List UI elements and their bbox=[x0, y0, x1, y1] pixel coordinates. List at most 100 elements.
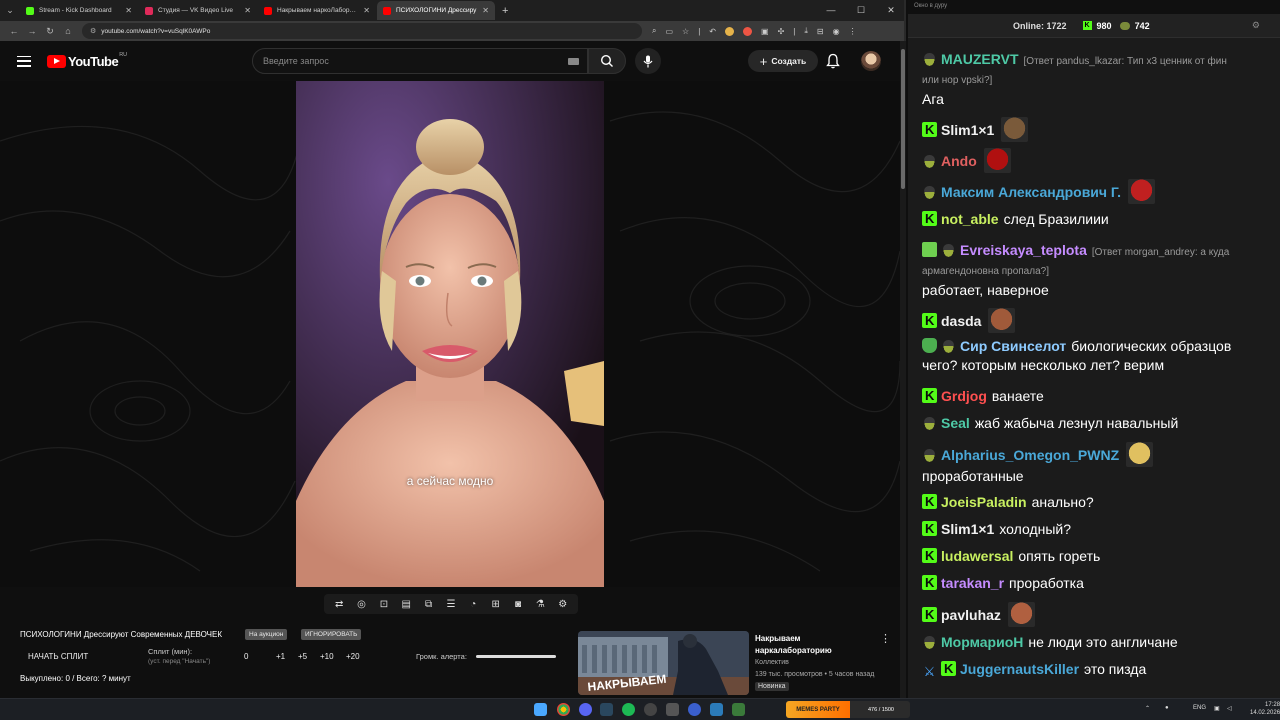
chat-username[interactable]: Slim1×1 bbox=[941, 122, 994, 138]
voice-search-button[interactable] bbox=[635, 48, 661, 74]
close-window-icon[interactable]: ✕ bbox=[876, 5, 904, 16]
split-add-5-button[interactable]: +5 bbox=[298, 652, 307, 661]
puzzle-extensions-icon[interactable]: ✣ bbox=[778, 27, 785, 36]
chat-settings-icon[interactable]: ⚙ bbox=[1252, 20, 1260, 31]
loop-icon[interactable]: ⇄ bbox=[330, 599, 348, 610]
close-tab-icon[interactable]: ✕ bbox=[363, 6, 370, 15]
chat-username[interactable]: MAUZERVT bbox=[941, 51, 1019, 67]
close-tab-icon[interactable]: ✕ bbox=[125, 6, 132, 15]
recommendation-thumbnail[interactable]: НАКРЫВАЕМ bbox=[578, 631, 749, 695]
auction-button[interactable]: На аукцион bbox=[245, 629, 288, 640]
settings-gear-icon[interactable]: ⚙ bbox=[554, 599, 572, 610]
extension-icon[interactable]: ▣ bbox=[761, 27, 769, 36]
recommendation-channel[interactable]: Коллектив bbox=[755, 659, 789, 666]
network-icon[interactable]: ▣ bbox=[1214, 705, 1220, 712]
alert-volume-slider[interactable] bbox=[476, 655, 556, 658]
youtube-logo[interactable]: YouTube RU bbox=[47, 52, 127, 69]
volume-icon[interactable]: ◁ bbox=[1227, 705, 1232, 712]
chat-username[interactable]: Evreiskaya_teplota bbox=[960, 242, 1087, 258]
telegram-icon[interactable] bbox=[710, 703, 723, 716]
chat-username[interactable]: ludawersal bbox=[941, 548, 1013, 564]
tab-vk-studio[interactable]: Студия — VK Видео Live ✕ bbox=[139, 1, 257, 20]
audio-mode-icon[interactable]: ◎ bbox=[353, 599, 371, 610]
extension-coin-icon[interactable] bbox=[725, 26, 734, 36]
chat-username[interactable]: Сир Свинселот bbox=[960, 338, 1066, 354]
watch-later-icon[interactable]: ⊡ bbox=[375, 599, 393, 610]
tab-list-button[interactable]: ⌄ bbox=[0, 0, 20, 21]
start-menu-icon[interactable] bbox=[534, 703, 547, 716]
speed-gauge-icon[interactable]: ◔ bbox=[464, 599, 482, 610]
chat-username[interactable]: Ando bbox=[941, 153, 977, 169]
chat-username[interactable]: Seal bbox=[941, 415, 970, 431]
kick-app-icon[interactable] bbox=[732, 703, 745, 716]
reload-icon[interactable]: ↻ bbox=[42, 26, 58, 37]
media-player-icon[interactable] bbox=[688, 703, 701, 716]
chat-username[interactable]: not_able bbox=[941, 211, 999, 227]
maximize-icon[interactable]: ☐ bbox=[846, 5, 876, 16]
media-widget[interactable]: MEMES PARTY 476 / 1500 bbox=[786, 701, 910, 718]
system-clock[interactable]: 17:28 14.02.2026 bbox=[1250, 701, 1280, 717]
home-icon[interactable]: ⌂ bbox=[60, 26, 76, 36]
chat-username[interactable]: pavluhaz bbox=[941, 607, 1001, 623]
bookmark-star-icon[interactable]: ☆ bbox=[682, 27, 689, 36]
menu-icon[interactable] bbox=[17, 55, 31, 67]
chat-username[interactable]: Slim1×1 bbox=[941, 521, 994, 537]
tray-app-icon[interactable]: ● bbox=[1165, 705, 1169, 711]
chat-username[interactable]: Максим Александрович Г. bbox=[941, 184, 1121, 200]
split-add-10-button[interactable]: +10 bbox=[320, 652, 334, 661]
chat-username[interactable]: Grdjog bbox=[941, 388, 987, 404]
chat-username[interactable]: Alpharius_Omegon_PWNZ bbox=[941, 447, 1119, 463]
tray-expand-icon[interactable]: ⌃ bbox=[1145, 705, 1150, 712]
profile-icon[interactable]: ◉ bbox=[833, 27, 840, 36]
obs-icon[interactable] bbox=[644, 703, 657, 716]
add-clip-icon[interactable]: ⊞ bbox=[487, 599, 505, 610]
steam-icon[interactable] bbox=[600, 703, 613, 716]
clapper-icon[interactable]: ▤ bbox=[397, 599, 415, 610]
discord-icon[interactable] bbox=[579, 703, 592, 716]
flask-icon[interactable]: ⚗ bbox=[531, 599, 549, 610]
language-indicator[interactable]: ENG bbox=[1193, 705, 1206, 711]
zoom-icon[interactable]: ⌕ bbox=[652, 26, 656, 36]
history-back-icon[interactable]: ↶ bbox=[709, 27, 716, 36]
new-tab-button[interactable]: + bbox=[496, 5, 514, 17]
spotify-icon[interactable] bbox=[622, 703, 635, 716]
picture-in-picture-icon[interactable]: ⧉ bbox=[420, 599, 438, 610]
tab-youtube-current[interactable]: ПСИХОЛОГИНИ Дрессиру ✕ bbox=[377, 1, 495, 20]
subtitles-icon[interactable]: ☰ bbox=[442, 599, 460, 610]
close-tab-icon[interactable]: ✕ bbox=[244, 6, 251, 15]
account-avatar[interactable] bbox=[861, 51, 881, 71]
recommendation-title[interactable]: Накрываем наркалабораторию bbox=[755, 633, 870, 657]
sidebar-icon[interactable]: ⊟ bbox=[817, 27, 824, 36]
split-add-20-button[interactable]: +20 bbox=[346, 652, 360, 661]
chat-username[interactable]: dasda bbox=[941, 313, 981, 329]
chat-username[interactable]: JoeisPaladin bbox=[941, 494, 1027, 510]
app-icon[interactable] bbox=[666, 703, 679, 716]
split-add-1-button[interactable]: +1 bbox=[276, 652, 285, 661]
search-input[interactable]: Введите запрос bbox=[252, 48, 588, 74]
tab-youtube-lab[interactable]: Накрываем наркоЛабораторию ✕ bbox=[258, 1, 376, 20]
start-split-button[interactable]: НАЧАТЬ СПЛИТ bbox=[28, 652, 88, 661]
extension-red-icon[interactable] bbox=[743, 26, 752, 36]
back-icon[interactable]: ← bbox=[6, 26, 22, 36]
chat-username[interactable]: МормариоН bbox=[941, 634, 1023, 650]
video-frame[interactable] bbox=[296, 81, 604, 587]
search-button[interactable] bbox=[588, 48, 626, 74]
url-field[interactable]: ⚙ youtube.com/watch?v=vuSqlK0AWPo bbox=[82, 23, 642, 39]
cast-icon[interactable]: ▭ bbox=[665, 27, 673, 36]
keyboard-icon[interactable] bbox=[568, 57, 579, 65]
forward-icon[interactable]: → bbox=[24, 26, 40, 36]
page-scrollbar[interactable] bbox=[900, 41, 906, 698]
chrome-icon[interactable] bbox=[557, 703, 570, 716]
notifications-bell-icon[interactable] bbox=[826, 53, 840, 69]
site-info-icon[interactable]: ⚙ bbox=[90, 27, 96, 35]
more-options-icon[interactable]: ⋮ bbox=[880, 632, 891, 645]
scrollbar-thumb[interactable] bbox=[901, 49, 905, 189]
tab-kick-dashboard[interactable]: Stream - Kick Dashboard ✕ bbox=[20, 1, 138, 20]
chat-username[interactable]: JuggernautsKiller bbox=[960, 661, 1079, 677]
menu-kebab-icon[interactable]: ⋮ bbox=[849, 27, 857, 36]
download-icon[interactable]: ⤓ bbox=[804, 26, 808, 36]
ignore-button[interactable]: ИГНОРИРОВАТЬ bbox=[301, 629, 362, 640]
close-tab-icon[interactable]: ✕ bbox=[482, 6, 489, 15]
minimize-icon[interactable]: — bbox=[816, 5, 846, 16]
screenshot-camera-icon[interactable]: ◙ bbox=[509, 599, 527, 610]
